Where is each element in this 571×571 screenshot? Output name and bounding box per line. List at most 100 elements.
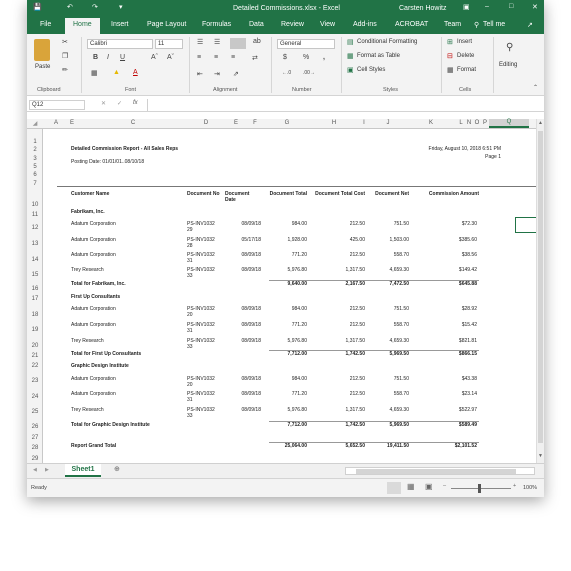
insert-cells-button[interactable]: Insert [457,39,472,45]
selected-cell[interactable] [515,217,536,233]
currency-icon[interactable]: $ [283,54,287,61]
row-header[interactable]: 18 [27,312,43,318]
cell-styles-button[interactable]: Cell Styles [357,67,385,73]
row-header[interactable]: 6 [27,172,43,178]
conditional-formatting-button[interactable]: Conditional Formatting [357,39,417,45]
row-header[interactable]: 11 [27,212,43,218]
copy-icon[interactable]: ❐ [62,52,68,60]
merge-center-icon[interactable]: ⇄ [252,54,258,62]
grow-font-icon[interactable]: Aˆ [151,54,158,61]
row-header[interactable]: 26 [27,424,43,430]
fx-icon[interactable]: fx [133,100,138,106]
vertical-scrollbar[interactable]: ▲ ▼ [536,119,544,463]
sheet-tab-sheet1[interactable]: Sheet1 [65,464,101,477]
next-sheet-icon[interactable]: ▶ [45,467,49,473]
editing-button[interactable]: Editing [499,62,517,68]
row-header[interactable]: 17 [27,296,43,302]
row-header[interactable]: 22 [27,363,43,369]
column-header[interactable]: G [263,120,311,126]
share-icon[interactable]: ↗ [527,21,533,29]
column-header[interactable]: E [225,120,247,126]
tab-addins[interactable]: Add-ins [353,21,377,28]
tab-review[interactable]: Review [281,21,304,28]
middle-align-icon[interactable]: ☰ [214,38,220,46]
worksheet-grid[interactable]: Detailed Commission Report - All Sales R… [43,129,536,463]
row-header[interactable]: 10 [27,202,43,208]
search-icon[interactable]: ⚲ [506,42,513,53]
delete-cells-button[interactable]: Delete [457,53,474,59]
number-format-select[interactable]: General [277,39,335,49]
cut-icon[interactable]: ✂ [62,38,68,46]
hscroll-thumb[interactable] [356,469,516,474]
formula-input[interactable] [147,99,541,111]
row-header[interactable]: 5 [27,164,43,170]
row-header[interactable]: 1 [27,139,43,145]
font-name-select[interactable]: Calibri [87,39,153,49]
tell-me-input[interactable]: Tell me [483,21,505,28]
scroll-up-icon[interactable]: ▲ [538,120,543,126]
maximize-icon[interactable]: □ [509,3,513,10]
page-break-view-icon[interactable]: ▣ [425,482,433,491]
horizontal-scrollbar[interactable] [345,467,535,475]
wrap-text-icon[interactable]: ab [253,38,261,45]
column-header[interactable]: N [465,120,473,126]
fill-color-icon[interactable]: ▲ [113,69,120,76]
column-header[interactable]: D [187,120,225,126]
column-header[interactable]: P [481,120,489,126]
comma-style-icon[interactable]: , [323,54,325,61]
tab-view[interactable]: View [320,21,335,28]
row-header[interactable]: 24 [27,394,43,400]
align-left-icon[interactable]: ≡ [197,54,201,61]
row-header[interactable]: 13 [27,241,43,247]
format-cells-button[interactable]: Format [457,67,476,73]
close-icon[interactable]: ✕ [532,3,538,11]
tab-insert[interactable]: Insert [111,21,129,28]
zoom-out-icon[interactable]: – [443,483,446,489]
row-header[interactable]: 20 [27,343,43,349]
row-header[interactable]: 27 [27,435,43,441]
column-header-selected[interactable]: Q [489,119,529,128]
user-name[interactable]: Carsten Howitz [399,5,446,12]
row-header[interactable]: 28 [27,445,43,451]
tab-formulas[interactable]: Formulas [202,21,231,28]
scroll-thumb[interactable] [538,131,543,443]
zoom-slider[interactable] [451,488,511,489]
normal-view-icon[interactable] [387,482,401,494]
name-box[interactable]: Q12 [29,100,85,110]
increase-decimal-icon[interactable]: ←.0 [282,70,291,76]
borders-icon[interactable]: ▦ [91,69,98,77]
ribbon-display-icon[interactable]: ▣ [463,3,470,11]
zoom-in-icon[interactable]: + [513,483,516,489]
column-header[interactable]: J [371,120,405,126]
tab-team[interactable]: Team [444,21,461,28]
row-header[interactable]: 7 [27,181,43,187]
paste-button[interactable]: Paste [35,64,50,70]
font-size-select[interactable]: 11 [155,39,183,49]
zoom-level[interactable]: 100% [523,485,537,491]
column-header[interactable]: I [357,120,371,126]
column-header[interactable]: C [79,120,187,126]
bold-icon[interactable]: B [93,54,98,61]
new-sheet-icon[interactable]: ⊕ [114,465,120,473]
zoom-slider-thumb[interactable] [478,484,481,493]
scroll-down-icon[interactable]: ▼ [538,453,543,459]
row-header[interactable]: 21 [27,353,43,359]
row-header[interactable]: 19 [27,327,43,333]
save-icon[interactable]: 💾 [33,3,42,11]
font-color-icon[interactable]: A [133,69,138,76]
row-header[interactable]: 2 [27,147,43,153]
decrease-indent-icon[interactable]: ⇤ [197,70,203,78]
row-header[interactable]: 29 [27,456,43,462]
bottom-align-icon[interactable] [230,38,246,49]
increase-indent-icon[interactable]: ⇥ [214,70,220,78]
top-align-icon[interactable]: ☰ [197,38,203,46]
select-all-corner[interactable]: ◢ [31,120,39,127]
row-header[interactable]: 3 [27,156,43,162]
cancel-icon[interactable]: ✕ [101,100,106,107]
tab-acrobat[interactable]: ACROBAT [395,21,428,28]
column-header[interactable]: H [311,120,357,126]
format-as-table-button[interactable]: Format as Table [357,53,400,59]
column-header[interactable]: F [247,120,263,126]
page-layout-view-icon[interactable]: ▦ [407,482,415,491]
align-right-icon[interactable]: ≡ [231,54,235,61]
